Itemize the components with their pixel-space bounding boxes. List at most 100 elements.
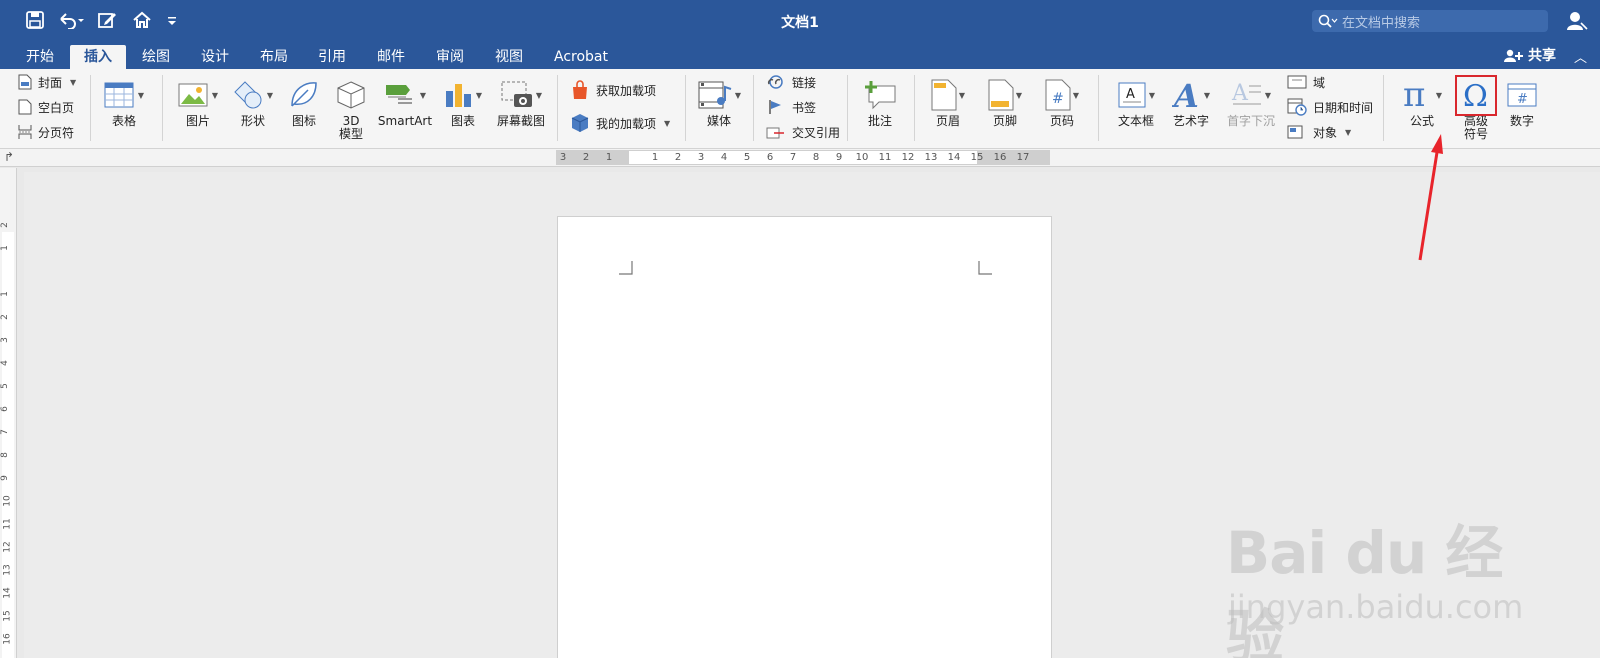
tab-references[interactable]: 引用 — [306, 45, 358, 69]
vertical-ruler[interactable]: 2 1 1 2 3 4 5 6 7 8 9 10 11 12 13 14 15 … — [0, 168, 17, 658]
cover-page-icon — [18, 74, 32, 90]
ruler-label: 6 — [0, 406, 10, 412]
pi-icon: π — [1403, 79, 1425, 111]
chart-button[interactable]: ▼ 图表 — [440, 75, 486, 128]
horizontal-ruler[interactable]: 3 2 1 1 2 3 4 5 6 7 8 9 10 11 12 13 14 1… — [556, 150, 1050, 165]
svg-text:A: A — [1231, 81, 1249, 106]
tab-home[interactable]: 开始 — [14, 45, 66, 69]
ruler-label: 9 — [0, 475, 10, 481]
cross-reference-button[interactable]: 交叉引用 — [766, 122, 840, 142]
tab-draw[interactable]: 绘图 — [130, 45, 182, 69]
chevron-down-icon: ▼ — [70, 77, 77, 87]
header-button[interactable]: ▼ 页眉 — [925, 75, 971, 128]
store-bag-icon — [573, 80, 587, 99]
ruler-label: 8 — [0, 452, 10, 458]
share-button[interactable]: 共享 — [1504, 45, 1556, 67]
table-button[interactable]: ▼ 表格 — [104, 75, 144, 128]
page-break-button[interactable]: 分页符 — [18, 122, 74, 142]
link-button[interactable]: 链接 — [766, 72, 816, 92]
search-input[interactable]: 在文档中搜索 — [1312, 10, 1548, 32]
equation-button[interactable]: π ▼ 公式 — [1398, 75, 1446, 128]
page-number-label: 页码 — [1049, 114, 1074, 128]
ribbon-separator — [753, 75, 754, 141]
footer-button[interactable]: ▼ 页脚 — [982, 75, 1028, 128]
search-icon — [1318, 14, 1338, 28]
ruler-label: 9 — [835, 152, 843, 163]
picture-icon — [178, 83, 208, 107]
cover-page-button[interactable]: 封面 ▼ — [18, 72, 76, 92]
tab-mailings[interactable]: 邮件 — [365, 45, 417, 69]
tab-stop-icon[interactable]: ↱ — [4, 150, 14, 164]
media-label: 媒体 — [706, 114, 731, 128]
media-button[interactable]: ▼ 媒体 — [696, 75, 742, 128]
tab-view[interactable]: 视图 — [483, 45, 535, 69]
drop-cap-button[interactable]: A ▼ 首字下沉 — [1223, 75, 1279, 128]
tab-insert[interactable]: 插入 — [70, 45, 126, 69]
ruler-label: 1 — [605, 152, 613, 163]
page-number-button[interactable]: # ▼ 页码 — [1039, 75, 1085, 128]
my-addins-button[interactable]: 我的加载项 ▼ — [570, 113, 670, 133]
ruler-label: 13 — [924, 152, 938, 163]
tab-review[interactable]: 审阅 — [424, 45, 476, 69]
icons-button[interactable]: 图标 — [287, 75, 321, 128]
bookmark-flag-icon — [769, 100, 781, 114]
ruler-label: 15 — [970, 152, 984, 163]
ruler-label: 15 — [2, 610, 13, 622]
chevron-down-icon: ▼ — [734, 90, 742, 100]
share-label: 共享 — [1528, 48, 1556, 64]
3d-model-button[interactable]: 3D 模型 — [334, 75, 368, 141]
ruler-label: 1 — [651, 152, 659, 163]
bookmark-button[interactable]: 书签 — [766, 97, 816, 117]
ruler-label: 2 — [0, 314, 10, 320]
chevron-down-icon: ▼ — [1072, 90, 1080, 100]
field-button[interactable]: 域 — [1287, 72, 1325, 92]
ruler-label: 12 — [2, 541, 13, 553]
horizontal-ruler-bar: ↱ 3 2 1 1 2 3 4 5 6 7 8 9 10 11 12 13 14… — [0, 149, 1600, 167]
tab-acrobat[interactable]: Acrobat — [542, 45, 620, 69]
ribbon-tab-bar: 开始 插入 绘图 设计 布局 引用 邮件 审阅 视图 Acrobat 共享 ︿ — [0, 41, 1600, 69]
ruler-label: 2 — [674, 152, 682, 163]
header-label: 页眉 — [935, 114, 960, 128]
comment-button[interactable]: 批注 — [860, 75, 900, 128]
3d-model-label-line2: 模型 — [338, 127, 363, 141]
ruler-label: 13 — [2, 564, 13, 576]
document-page[interactable] — [557, 216, 1052, 658]
get-addins-button[interactable]: 获取加载项 — [570, 80, 656, 100]
wordart-button[interactable]: A ▼ 艺术字 — [1168, 75, 1214, 128]
annotation-arrow — [1418, 134, 1443, 261]
svg-text:#: # — [1517, 92, 1528, 107]
object-button[interactable]: 对象 ▼ — [1287, 122, 1351, 142]
smartart-label: SmartArt — [377, 114, 433, 128]
chevron-down-icon: ▼ — [419, 90, 427, 100]
chevron-up-icon[interactable]: ︿ — [1574, 47, 1587, 66]
ruler-label: 12 — [901, 152, 915, 163]
number-button[interactable]: # 数字 — [1502, 75, 1542, 128]
ruler-label: 1 — [0, 245, 10, 251]
smartart-button[interactable]: ▼ SmartArt — [377, 75, 433, 128]
picture-button[interactable]: ▼ 图片 — [174, 75, 222, 128]
blank-page-button[interactable]: 空白页 — [18, 97, 74, 117]
ruler-margin-left — [557, 151, 629, 164]
profile-icon[interactable] — [1566, 10, 1588, 35]
textbox-label: 文本框 — [1117, 114, 1154, 128]
table-icon — [104, 82, 134, 108]
ruler-label: 11 — [2, 518, 13, 530]
picture-label: 图片 — [185, 114, 210, 128]
screenshot-button[interactable]: ▼ 屏幕截图 — [494, 75, 548, 128]
cross-reference-icon — [766, 127, 784, 139]
ruler-label: 16 — [993, 152, 1007, 163]
screenshot-label: 屏幕截图 — [496, 114, 545, 128]
tab-design[interactable]: 设计 — [189, 45, 241, 69]
my-addins-label: 我的加载项 — [596, 116, 657, 131]
ruler-label: 2 — [582, 152, 590, 163]
table-label: 表格 — [111, 114, 136, 128]
page-break-icon — [18, 125, 32, 139]
chevron-down-icon: ▼ — [1015, 90, 1023, 100]
date-time-button[interactable]: 日期和时间 — [1287, 97, 1373, 117]
textbox-button[interactable]: A ▼ 文本框 — [1110, 75, 1162, 128]
bookmark-label: 书签 — [792, 100, 817, 115]
shapes-button[interactable]: ▼ 形状 — [231, 75, 275, 128]
tab-layout[interactable]: 布局 — [248, 45, 300, 69]
header-icon — [931, 79, 957, 111]
chevron-down-icon: ▼ — [266, 90, 274, 100]
